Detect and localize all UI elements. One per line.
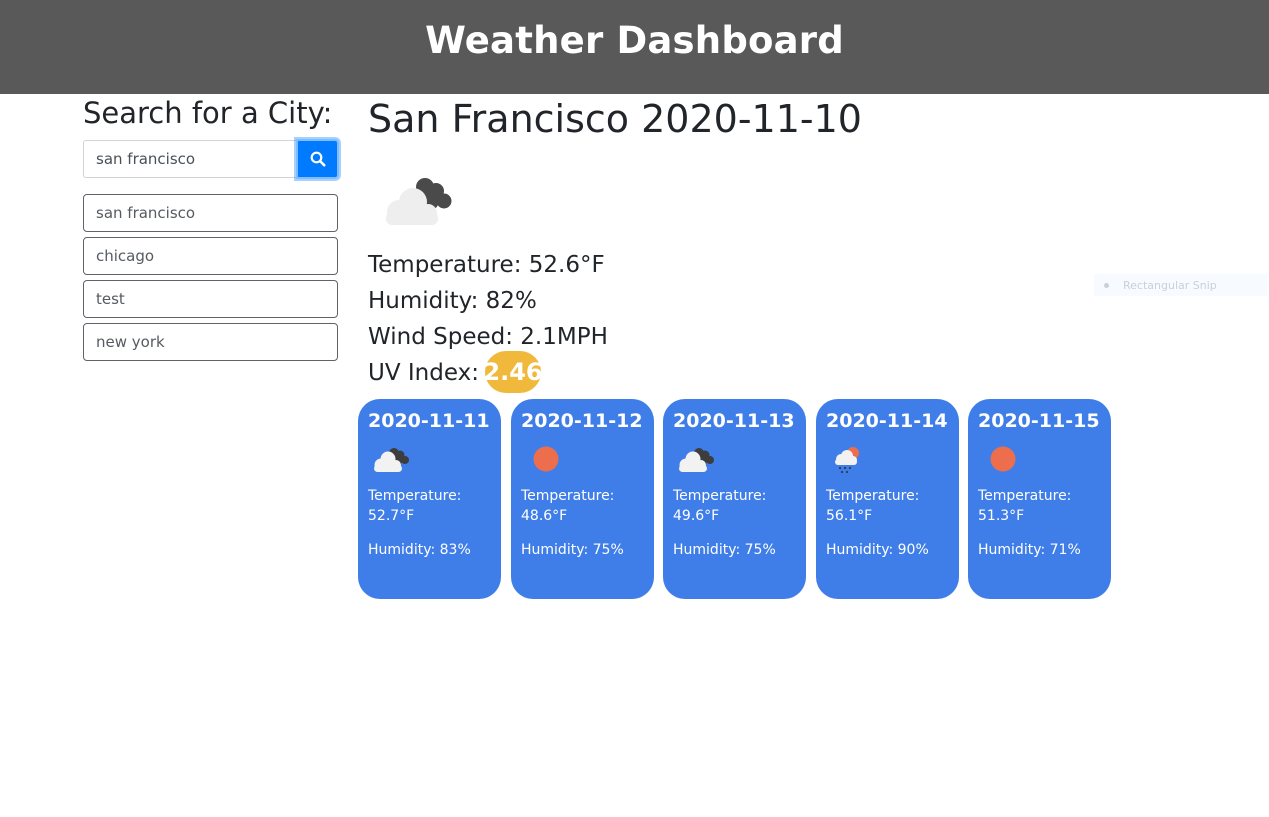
search-button[interactable] <box>296 139 339 179</box>
history-item[interactable]: chicago <box>83 237 338 275</box>
forecast-date: 2020-11-14 <box>826 410 948 432</box>
forecast-temperature-label: Temperature: <box>826 488 920 504</box>
history-item[interactable]: new york <box>83 323 338 361</box>
forecast-date: 2020-11-11 <box>368 410 490 432</box>
current-temperature: Temperature: 52.6°F <box>368 252 605 278</box>
snip-label: Rectangular Snip <box>1123 278 1217 292</box>
rain-icon <box>835 447 859 474</box>
forecast-temperature-label: Temperature: <box>521 488 615 504</box>
forecast-humidity: Humidity: 71% <box>978 542 1081 558</box>
cloudy-icon <box>386 178 452 225</box>
forecast-humidity: Humidity: 75% <box>673 542 776 558</box>
cloudy-icon <box>679 448 714 472</box>
current-city-title: San Francisco 2020-11-10 <box>368 97 862 141</box>
forecast-humidity: Humidity: 75% <box>521 542 624 558</box>
search-icon <box>310 151 325 167</box>
forecast-temperature-value: 51.3°F <box>978 508 1025 524</box>
city-search-input[interactable] <box>83 140 296 178</box>
sun-icon <box>533 446 559 472</box>
forecast-temperature-label: Temperature: <box>368 488 462 504</box>
forecast-temperature-value: 49.6°F <box>673 508 720 524</box>
history-item[interactable]: san francisco <box>83 194 338 232</box>
history-item[interactable]: test <box>83 280 338 318</box>
page-title: Weather Dashboard <box>425 18 844 62</box>
rectangular-snip-overlay[interactable]: Rectangular Snip <box>1094 274 1267 296</box>
forecast-temperature-label: Temperature: <box>978 488 1072 504</box>
uv-index-badge: 2.46 <box>483 351 543 393</box>
forecast-humidity: Humidity: 90% <box>826 542 929 558</box>
current-wind-speed: Wind Speed: 2.1MPH <box>368 324 608 350</box>
forecast-date: 2020-11-12 <box>521 410 643 432</box>
page-header: Weather Dashboard <box>0 0 1269 94</box>
forecast-date: 2020-11-13 <box>673 410 795 432</box>
search-title: Search for a City: <box>83 96 333 130</box>
cloudy-icon <box>374 448 409 472</box>
forecast-card: 2020-11-15 Temperature: 51.3°F Humidity:… <box>968 399 1111 599</box>
search-history-list: san francisco chicago test new york <box>83 194 338 366</box>
forecast-temperature-label: Temperature: <box>673 488 767 504</box>
forecast-date: 2020-11-15 <box>978 410 1100 432</box>
uv-index-label: UV Index: <box>368 360 479 386</box>
forecast-card: 2020-11-13 Temperature: 49.6°F Humidity:… <box>663 399 806 599</box>
current-humidity: Humidity: 82% <box>368 288 537 314</box>
snip-icon <box>1104 282 1109 288</box>
forecast-card: 2020-11-11 Temperature: 52.7°F Humidity:… <box>358 399 501 599</box>
forecast-temperature-value: 56.1°F <box>826 508 873 524</box>
forecast-temperature-value: 48.6°F <box>521 508 568 524</box>
forecast-temperature-value: 52.7°F <box>368 508 415 524</box>
forecast-card: 2020-11-12 Temperature: 48.6°F Humidity:… <box>511 399 654 599</box>
forecast-humidity: Humidity: 83% <box>368 542 471 558</box>
sun-icon <box>990 446 1016 472</box>
forecast-card: 2020-11-14 Temperature: 56.1°F Humidity:… <box>816 399 959 599</box>
